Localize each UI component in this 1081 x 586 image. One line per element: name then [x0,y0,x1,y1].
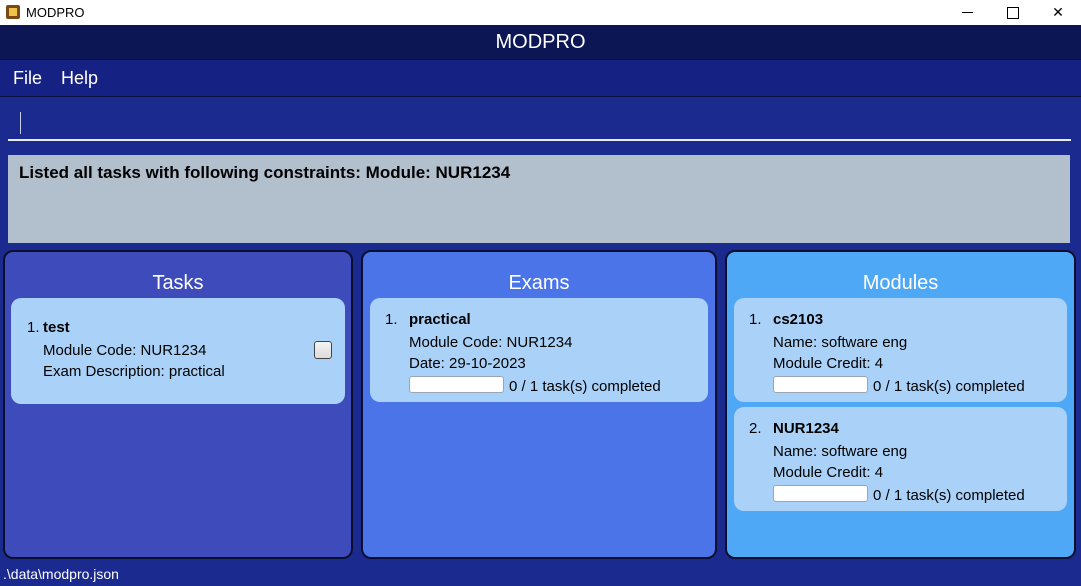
module-progress-text: 0 / 1 task(s) completed [873,487,1025,504]
window-titlebar: MODPRO ✕ [0,0,1081,25]
module-index: 2. [749,420,762,437]
module-progress-bar [773,376,868,393]
status-bar: .\data\modpro.json [0,562,1081,586]
result-text: Listed all tasks with following constrai… [19,163,511,182]
save-location: .\data\modpro.json [3,566,119,582]
module-credit: Module Credit: 4 [773,464,884,481]
exam-progress-bar [409,376,504,393]
task-index: 1. [27,319,40,336]
module-index: 1. [749,311,762,328]
task-module-code: Module Code: NUR1234 [43,342,207,359]
module-progress-text: 0 / 1 task(s) completed [873,378,1025,395]
exams-title: Exams [508,272,570,294]
task-card[interactable]: 1. test Module Code: NUR1234 Exam Descri… [11,298,345,404]
exam-date: Date: 29-10-2023 [409,355,526,372]
exams-panel: Exams 1. practical Module Code: NUR1234 … [361,250,717,559]
menu-file[interactable]: File [13,68,42,89]
task-done-checkbox[interactable] [314,341,332,359]
app-header-title: MODPRO [0,25,1081,59]
modules-panel: Modules 1. cs2103 Name: software eng Mod… [725,250,1076,559]
exam-index: 1. [385,311,398,328]
modules-title: Modules [862,272,939,294]
module-progress-bar [773,485,868,502]
task-name: test [43,319,70,336]
close-icon: ✕ [1052,4,1064,20]
result-display: Listed all tasks with following constrai… [8,155,1070,243]
menu-bar: File Help [0,59,1081,98]
task-exam-description: Exam Description: practical [43,363,225,380]
module-card[interactable]: 1. cs2103 Name: software eng Module Cred… [734,298,1067,402]
command-box [0,97,1081,149]
maximize-button[interactable] [990,0,1036,25]
minimize-icon [961,12,973,13]
module-code: cs2103 [773,311,824,328]
exam-card[interactable]: 1. practical Module Code: NUR1234 Date: … [370,298,708,402]
tasks-panel: Tasks 1. test Module Code: NUR1234 Exam … [3,250,353,559]
module-name: Name: software eng [773,443,908,460]
module-name: Name: software eng [773,334,908,351]
exam-name: practical [409,311,471,328]
minimize-button[interactable] [944,0,990,25]
module-code: NUR1234 [773,420,839,437]
exam-module-code: Module Code: NUR1234 [409,334,573,351]
menu-help[interactable]: Help [61,68,98,89]
maximize-icon [1007,6,1019,19]
close-button[interactable]: ✕ [1035,0,1081,25]
tasks-title: Tasks [152,272,204,294]
text-caret [20,112,21,134]
java-app-icon [6,5,20,19]
window-title: MODPRO [26,5,85,20]
command-input[interactable] [8,105,1071,141]
module-card[interactable]: 2. NUR1234 Name: software eng Module Cre… [734,407,1067,511]
module-credit: Module Credit: 4 [773,355,884,372]
exam-progress-text: 0 / 1 task(s) completed [509,378,661,395]
